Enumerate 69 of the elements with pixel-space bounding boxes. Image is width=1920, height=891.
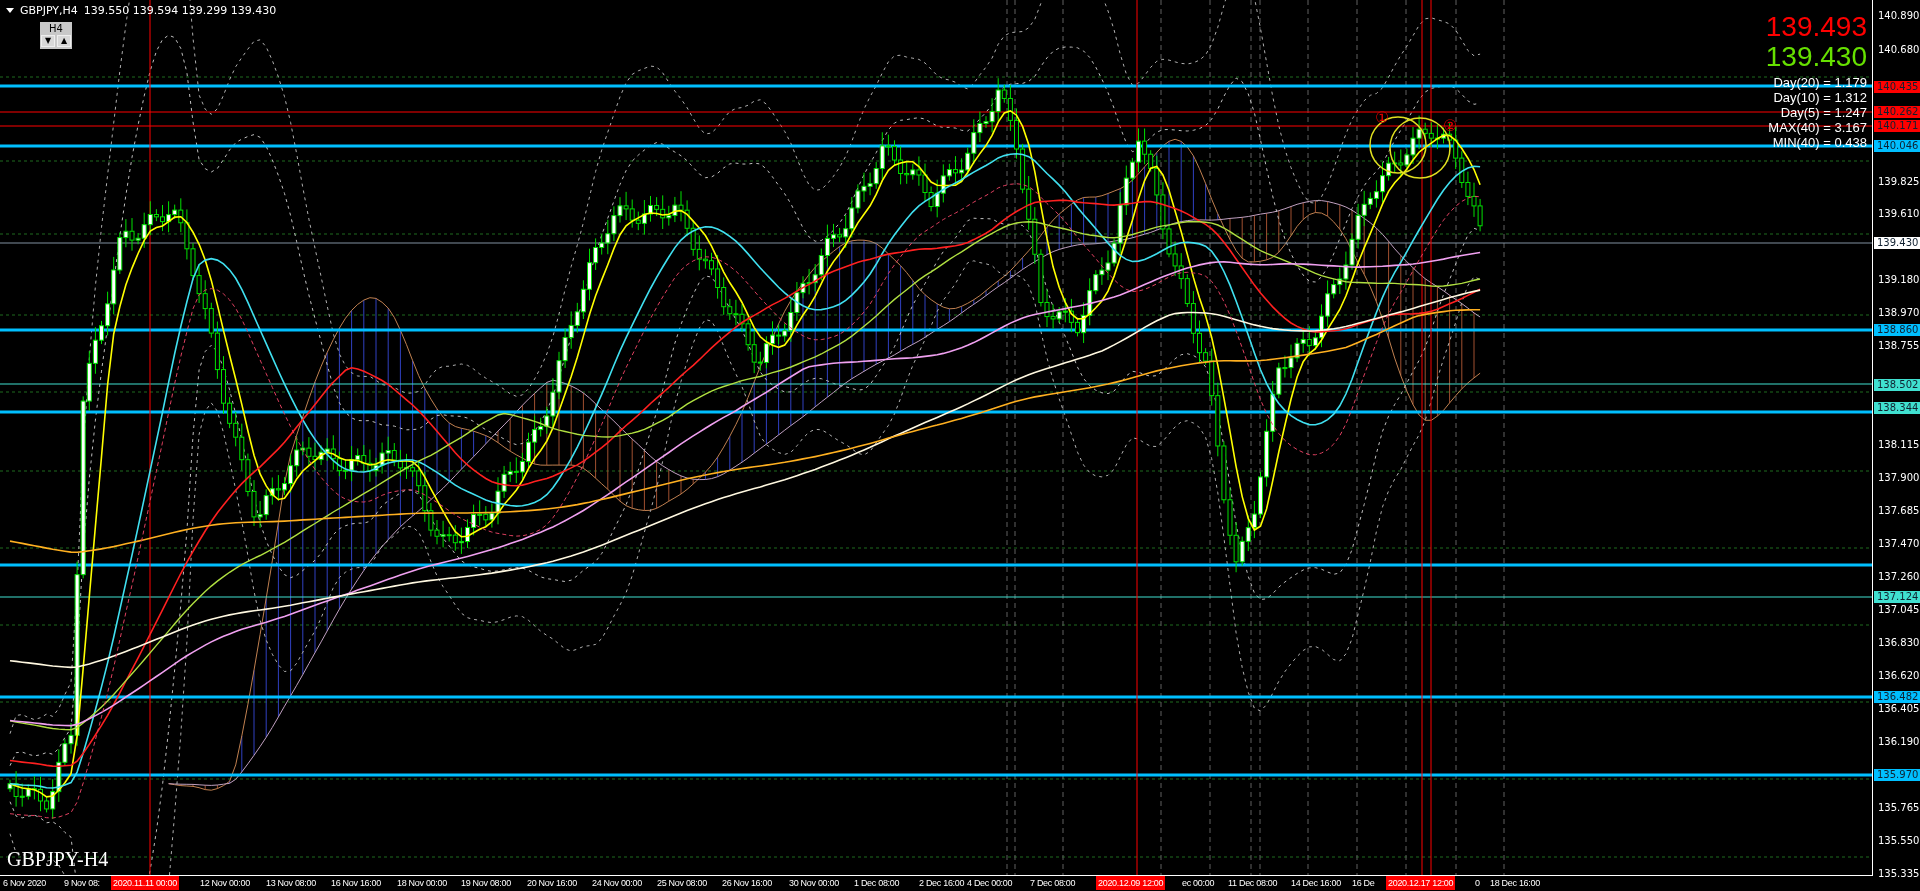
range-stat: MAX(40) = 3.167 (1768, 120, 1867, 135)
price-level-tag: 140.435 (1874, 81, 1920, 93)
time-tick-label: 12 Nov 00:00 (200, 877, 250, 890)
time-tick-label: 19 Nov 08:00 (461, 877, 511, 890)
price-tick-label: 137.260 (1878, 571, 1920, 583)
marker-label: ① (1375, 110, 1390, 126)
price-level-tag: 136.482 (1874, 691, 1920, 703)
price-level-tag: 139.430 (1874, 237, 1920, 249)
chart-label: GBPJPY-H4 (7, 848, 109, 871)
price-level-tag: 137.124 (1874, 591, 1920, 603)
price-tick-label: 139.610 (1878, 208, 1920, 220)
price-level-tag: 138.344 (1874, 402, 1920, 414)
range-stat: Day(10) = 1.312 (1773, 90, 1867, 105)
timeframe-up-button[interactable]: ▲ (57, 35, 71, 47)
time-tick-label: 20 Nov 16:00 (527, 877, 577, 890)
price-tick-label: 135.550 (1878, 835, 1920, 847)
price-tick-label: 135.765 (1878, 802, 1920, 814)
price-level-tag: 140.171 (1874, 120, 1920, 132)
time-tick-label: 18 Dec 16:00 (1490, 877, 1540, 890)
time-tick-label: 7 Dec 08:00 (1030, 877, 1076, 890)
price-tick-label: 138.115 (1878, 439, 1920, 451)
time-tick-label: 13 Nov 08:00 (266, 877, 316, 890)
price-tick-label: 135.335 (1878, 868, 1920, 880)
price-tick-label: 137.900 (1878, 472, 1920, 484)
time-tick-label: 2 Dec 16:00 (919, 877, 965, 890)
time-tick-label: 26 Nov 16:00 (722, 877, 772, 890)
price-tick-label: 136.620 (1878, 670, 1920, 682)
price-tick-label: 140.680 (1878, 44, 1920, 56)
timeframe-down-button[interactable]: ▼ (41, 35, 55, 47)
price-tick-label: 136.405 (1878, 703, 1920, 715)
price-tick-label: 137.685 (1878, 505, 1920, 517)
bid-price: 139.493 (1765, 12, 1867, 42)
time-marker-tag: 2020.12.17 12:00 (1386, 876, 1456, 890)
time-tick-label: 6 Nov 2020 (3, 877, 47, 890)
price-level-tag: 138.860 (1874, 324, 1920, 336)
price-level-tag: 140.046 (1874, 140, 1920, 152)
symbol-title: GBPJPY,H4 (20, 4, 78, 17)
price-level-tag: 138.502 (1874, 379, 1920, 391)
caret-icon[interactable] (6, 8, 14, 13)
time-tick-label: 11 Dec 08:00 (1228, 877, 1278, 890)
time-tick-label: 1 Dec 08:00 (854, 877, 900, 890)
range-stat: Day(5) = 1.247 (1780, 105, 1867, 120)
time-tick-label: 30 Nov 00:00 (789, 877, 839, 890)
price-tick-label: 137.470 (1878, 538, 1920, 550)
price-tick-label: 139.180 (1878, 274, 1920, 286)
time-tick-label: 4 Dec 00:00 (967, 877, 1013, 890)
price-tick-label: 139.825 (1878, 176, 1920, 188)
time-marker-tag: 2020.11.11 00:00 (111, 876, 179, 890)
time-tick-label: 18 Nov 00:00 (397, 877, 447, 890)
ohlc-values: 139.550 139.594 139.299 139.430 (83, 4, 277, 17)
timeframe-label: H4 (49, 23, 63, 35)
price-tick-label: 136.190 (1878, 736, 1920, 748)
time-marker-tag: 2020.12.09 12:00 (1096, 876, 1166, 890)
price-tick-label: 137.045 (1878, 604, 1920, 616)
price-tick-label: 136.830 (1878, 637, 1920, 649)
price-tick-label: 140.890 (1878, 10, 1920, 22)
time-tick-label: 16 Nov 16:00 (331, 877, 381, 890)
price-level-tag: 140.262 (1874, 106, 1920, 118)
time-tick-label: 16 De (1352, 877, 1375, 890)
price-tick-label: 138.755 (1878, 340, 1920, 352)
price-tick-label: 138.970 (1878, 307, 1920, 319)
last-price: 139.430 (1765, 42, 1867, 72)
time-tick-label: 9 Nov 08: (64, 877, 100, 890)
time-tick-label: 24 Nov 00:00 (592, 877, 642, 890)
time-tick-label: 14 Dec 16:00 (1291, 877, 1341, 890)
time-tick-label: 0 (1475, 877, 1480, 890)
price-level-tag: 135.970 (1874, 769, 1920, 781)
time-tick-label: ec 00:00 (1182, 877, 1215, 890)
time-tick-label: 25 Nov 08:00 (657, 877, 707, 890)
